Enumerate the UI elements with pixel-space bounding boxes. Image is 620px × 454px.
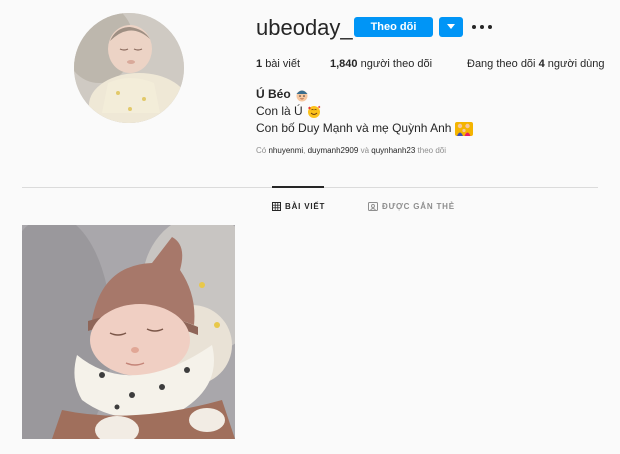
- bio-line-1: Con là Ú: [256, 104, 303, 118]
- following-label: người dùng: [547, 58, 605, 70]
- bio-line-2: Con bố Duy Mạnh và mẹ Quỳnh Anh: [256, 121, 452, 135]
- posts-stat: 1 bài viết: [256, 58, 300, 70]
- followed-by-prefix: Có: [256, 146, 267, 155]
- follow-button[interactable]: Theo dõi: [354, 17, 433, 37]
- followed-by-suffix: theo dõi: [417, 146, 446, 155]
- follower-link-1[interactable]: nhuyenmi: [268, 146, 303, 155]
- following-stat[interactable]: Đang theo dõi 4 người dùng: [467, 58, 605, 70]
- tab-tagged[interactable]: ĐƯỢC GẮN THẺ: [368, 202, 455, 211]
- chevron-down-icon: [447, 24, 455, 29]
- profile-page: ubeoday_ Theo dõi 1 bài viết 1,840 người…: [0, 0, 620, 454]
- follower-link-2[interactable]: duymanh2909: [308, 146, 359, 155]
- following-count: 4: [538, 58, 545, 70]
- tab-tagged-label: ĐƯỢC GẮN THẺ: [382, 202, 455, 211]
- baby-emoji-icon: [296, 90, 308, 101]
- full-name: Ú Béo: [256, 87, 291, 101]
- family-emoji-icon: [455, 121, 474, 136]
- tab-posts-label: BÀI VIẾT: [285, 202, 326, 211]
- followers-label: người theo dõi: [360, 58, 433, 70]
- grid-icon: [272, 202, 281, 211]
- followers-stat[interactable]: 1,840 người theo dõi: [330, 58, 432, 70]
- post-thumbnail[interactable]: [22, 225, 235, 439]
- bio: Ú Béo Con là Ú Con bố Duy Mạnh và mẹ Quỳ…: [256, 86, 474, 137]
- active-tab-indicator: [272, 186, 324, 188]
- avatar[interactable]: [74, 13, 184, 123]
- posts-label: bài viết: [265, 58, 301, 70]
- more-options-icon[interactable]: [472, 18, 492, 36]
- followed-by[interactable]: Có nhuyenmi, duymanh2909 và quynhanh23 t…: [256, 146, 446, 155]
- follower-link-3[interactable]: quynhanh23: [371, 146, 415, 155]
- profile-stats: 1 bài viết 1,840 người theo dõi Đang the…: [256, 58, 620, 72]
- following-prefix: Đang theo dõi: [467, 58, 536, 70]
- tab-posts[interactable]: BÀI VIẾT: [272, 202, 325, 211]
- smiling-hearts-emoji-icon: [307, 105, 321, 118]
- posts-count: 1: [256, 58, 263, 70]
- username: ubeoday_: [256, 15, 353, 40]
- followed-by-conjunction: và: [360, 146, 370, 155]
- followers-count: 1,840: [330, 58, 358, 70]
- suggested-dropdown-button[interactable]: [439, 17, 463, 37]
- post-image: [22, 225, 235, 439]
- tagged-icon: [368, 202, 378, 211]
- avatar-image: [74, 13, 184, 123]
